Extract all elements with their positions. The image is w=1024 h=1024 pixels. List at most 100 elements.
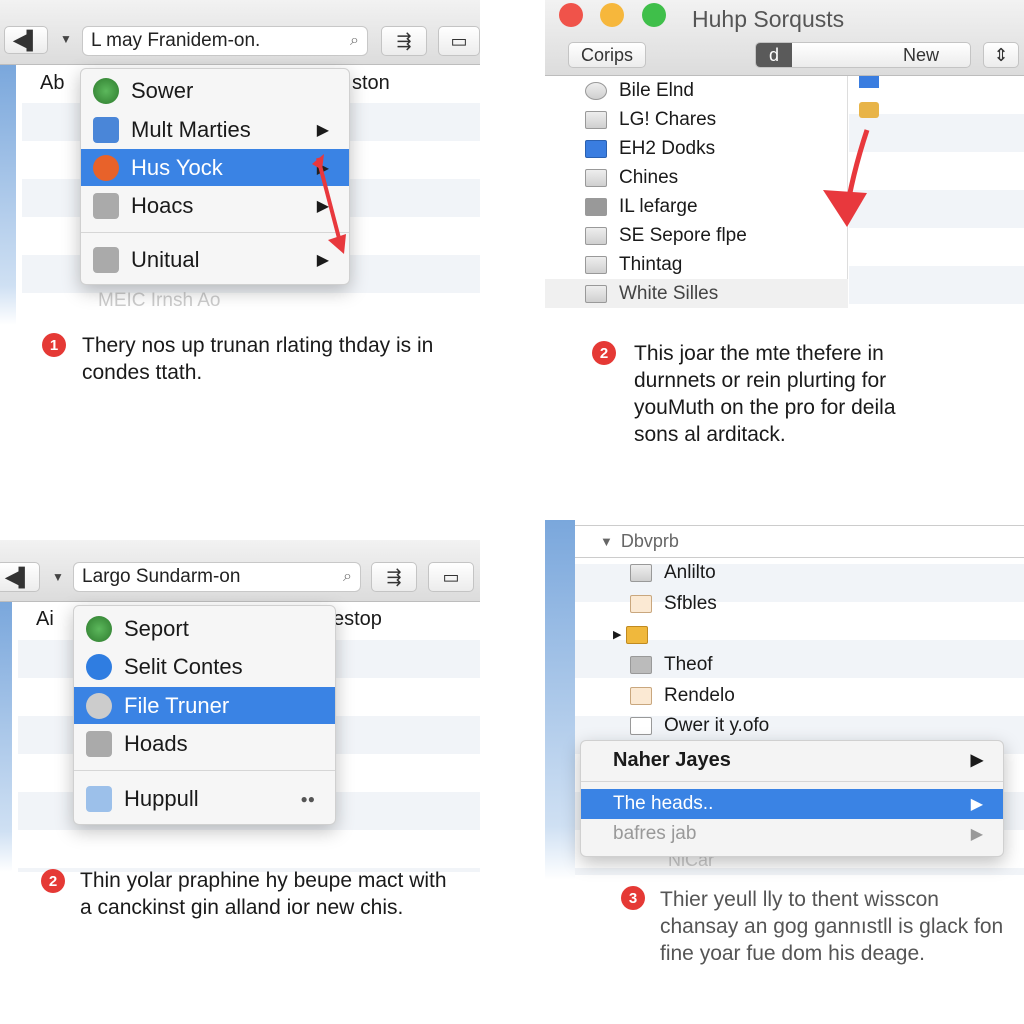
- view-button[interactable]: ▭: [428, 562, 474, 592]
- file-name: IL lefarge: [619, 195, 698, 217]
- dropdown-arrow-icon[interactable]: ▼: [60, 32, 72, 46]
- file-row[interactable]: ▶: [613, 620, 660, 649]
- view-button[interactable]: ▭: [438, 26, 480, 56]
- menu-item-seport[interactable]: Seport: [74, 610, 335, 647]
- segment-d[interactable]: d: [756, 43, 792, 67]
- app-store-icon: [86, 653, 112, 680]
- column-header[interactable]: estop: [333, 608, 382, 631]
- menu-label: Unitual: [131, 246, 200, 272]
- back-icon: ◀▌: [12, 29, 40, 50]
- file-name: LG! Chares: [619, 108, 717, 130]
- file-row[interactable]: Sfbles: [630, 589, 717, 618]
- panel-1: ◀▌ ▼ L may Franidem-on. ⌕ ⇶ ▭ Ab ston MEI…: [0, 0, 480, 400]
- caption: Thier yeull lly to thent wisscon chansay…: [660, 888, 1004, 965]
- file-row[interactable]: Chines: [585, 163, 678, 192]
- segmented-control[interactable]: d New: [755, 42, 971, 68]
- menu-item-the-heads[interactable]: The heads.. ▶: [581, 789, 1003, 819]
- caption: This joar the mte thefere in durnnets or…: [634, 342, 896, 446]
- file-row[interactable]: Ower it y.ofo: [630, 711, 769, 740]
- menu-label: Hoads: [124, 730, 188, 756]
- filter-button[interactable]: ⇶: [371, 562, 417, 592]
- panel-4: ▼ Dbvprb Anlilto Sfbles ▶ Theof Rendelo O…: [545, 520, 1024, 1010]
- file-name: Thintag: [619, 253, 683, 275]
- back-button[interactable]: ◀▌: [0, 562, 40, 592]
- columns-icon: [585, 284, 607, 303]
- file-row[interactable]: Anlilto: [630, 558, 716, 587]
- menu-item-huppull[interactable]: Huppull ●●: [74, 780, 335, 817]
- search-icon: ⌕: [343, 568, 352, 585]
- file-row[interactable]: Bile Elnd: [585, 76, 694, 105]
- submenu-arrow-icon: ▶: [970, 752, 983, 769]
- menu-item-hoads[interactable]: Hoads: [74, 725, 335, 762]
- menu-label: bafres jab: [613, 823, 697, 844]
- search-input[interactable]: Largo Sundarm-on ⌕: [73, 562, 361, 592]
- folder-icon: [585, 168, 607, 187]
- folder-icon: [630, 686, 652, 705]
- menu-separator: [581, 781, 1003, 782]
- file-row[interactable]: Rendelo: [630, 681, 735, 710]
- minimize-button[interactable]: [600, 3, 624, 27]
- file-name: EH2 Dodks: [619, 137, 716, 159]
- sort-header[interactable]: Ai: [36, 608, 54, 631]
- menu-label: Hoacs: [131, 192, 194, 218]
- caption: Thery nos up trunan rlating thday is in …: [82, 334, 434, 384]
- folder-icon: [585, 139, 607, 158]
- file-row[interactable]: IL lefarge: [585, 192, 698, 221]
- menu-label: The heads..: [613, 793, 714, 814]
- zoom-button[interactable]: [642, 3, 666, 27]
- menu-label: Mult Marties: [131, 116, 251, 142]
- filter-icon: ⇶: [386, 566, 402, 587]
- file-row[interactable]: EH2 Dodks: [585, 134, 715, 163]
- clock-icon: [585, 81, 607, 100]
- step-badge: 1: [42, 333, 66, 357]
- faded-row: MEIC Irnsh Ao: [98, 290, 221, 311]
- file-row[interactable]: LG! Chares: [585, 105, 716, 134]
- file-row[interactable]: Theof: [630, 650, 713, 679]
- folder-icon: [585, 110, 607, 129]
- column-header[interactable]: ston: [352, 72, 390, 95]
- step-badge: 3: [621, 886, 645, 910]
- action-button[interactable]: ⇕: [983, 42, 1019, 68]
- menu-item-naher-jayes[interactable]: Naher Jayes ▶: [581, 742, 1003, 778]
- corips-button[interactable]: Corips: [568, 42, 646, 68]
- filter-button[interactable]: ⇶: [381, 26, 427, 56]
- context-menu: Naher Jayes ▶ The heads.. ▶ bafres jab ▶: [580, 740, 1004, 857]
- search-input[interactable]: L may Franidem-on. ⌕: [82, 26, 368, 56]
- folder-icon: [585, 197, 607, 216]
- calendar-icon: [93, 116, 119, 143]
- caption: Thin yolar praphine hy beupe mact with a…: [80, 869, 447, 919]
- segment-new[interactable]: New: [792, 45, 970, 66]
- window-icon: ▭: [442, 566, 460, 587]
- back-button[interactable]: ◀▌: [4, 26, 48, 54]
- menu-item-mult-marties[interactable]: Mult Marties ▶: [81, 111, 349, 148]
- menu-item-sower[interactable]: Sower: [81, 72, 349, 109]
- file-name: Chines: [619, 166, 679, 188]
- search-value: Largo Sundarm-on: [82, 566, 241, 587]
- menu-label: File Truner: [124, 692, 230, 718]
- file-row[interactable]: White Silles: [585, 279, 718, 308]
- folder-icon: [585, 255, 607, 274]
- file-name: White Silles: [619, 282, 719, 304]
- file-name: Bile Elnd: [619, 79, 694, 101]
- step-badge: 2: [592, 341, 616, 365]
- sort-header[interactable]: Ab: [40, 72, 64, 95]
- menu-label: Sower: [131, 77, 194, 103]
- dropdown-arrow-icon[interactable]: ▼: [52, 570, 64, 584]
- toggle-icon: ●●: [300, 791, 316, 806]
- file-name: Rendelo: [664, 684, 735, 706]
- file-row[interactable]: SE Sepore flpe: [585, 221, 747, 250]
- sort-icon: ⇕: [993, 44, 1009, 65]
- search-value: L may Franidem-on.: [91, 30, 261, 51]
- disclosure-right-icon[interactable]: ▶: [613, 628, 621, 641]
- submenu-arrow-icon: ▶: [970, 796, 983, 813]
- menu-item-selit-contes[interactable]: Selit Contes: [74, 648, 335, 685]
- group-header[interactable]: ▼ Dbvprb: [600, 527, 679, 556]
- close-button[interactable]: [559, 3, 583, 27]
- menu-separator: [74, 770, 335, 771]
- file-row[interactable]: Thintag: [585, 250, 682, 279]
- file-name: Theof: [664, 653, 713, 675]
- document-icon: [86, 730, 112, 757]
- submenu-arrow-icon: ▶: [970, 826, 983, 843]
- menu-item-file-truner[interactable]: File Truner: [74, 687, 335, 724]
- menu-label: Selit Contes: [124, 653, 243, 679]
